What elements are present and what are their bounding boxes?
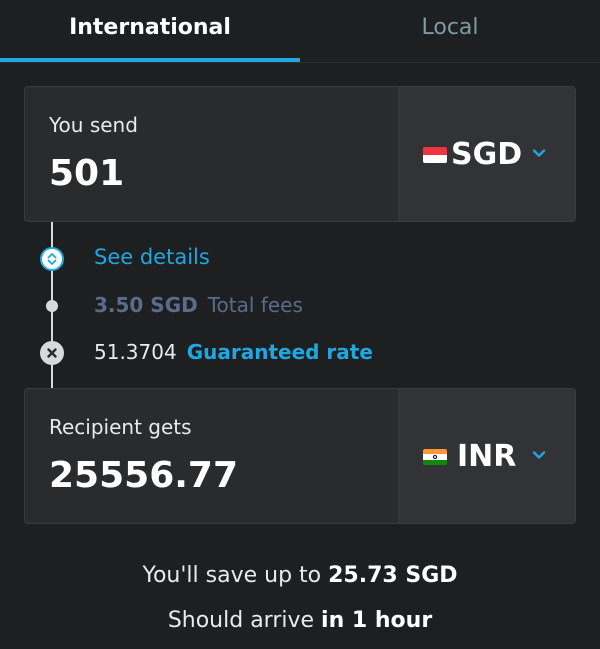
send-amount-input[interactable]: 501	[49, 153, 124, 194]
tab-local[interactable]: Local	[300, 0, 600, 62]
tab-international[interactable]: International	[0, 0, 300, 62]
fee-label: Total fees	[207, 293, 303, 317]
see-details-link[interactable]: See details	[94, 245, 210, 269]
rate-value: 51.3704	[94, 340, 177, 364]
send-currency-selector[interactable]: SGD	[398, 87, 575, 221]
active-tab-indicator	[0, 58, 300, 62]
savings-prefix: You'll save up to	[142, 563, 329, 588]
chevron-down-icon	[532, 451, 546, 459]
exchange-rate-row: 51.3704 Guaranteed rate	[94, 340, 373, 364]
receive-label: Recipient gets	[49, 415, 192, 439]
india-flag-icon	[423, 449, 447, 465]
receive-amount-card: Recipient gets 25556.77 INR	[24, 388, 576, 524]
arrival-prefix: Should arrive	[167, 608, 322, 633]
singapore-flag-icon	[423, 147, 447, 163]
savings-summary: You'll save up to 25.73 SGD	[0, 563, 600, 588]
fee-dot-icon	[46, 300, 58, 312]
send-currency-code: SGD	[451, 137, 523, 172]
chevron-down-icon	[532, 149, 546, 157]
send-amount-card: You send 501 SGD	[24, 86, 576, 222]
times-icon	[40, 341, 64, 365]
total-fees-row: 3.50 SGD Total fees	[94, 293, 303, 317]
guaranteed-rate-link[interactable]: Guaranteed rate	[187, 340, 373, 364]
send-label: You send	[49, 113, 138, 137]
receive-amount-input[interactable]: 25556.77	[49, 455, 238, 496]
receive-currency-code: INR	[457, 439, 517, 474]
expand-icon[interactable]	[40, 247, 64, 271]
arrival-time: in 1 hour	[321, 608, 433, 633]
tab-bar: International Local	[0, 0, 600, 63]
receive-currency-selector[interactable]: INR	[398, 389, 575, 523]
savings-amount: 25.73 SGD	[328, 563, 458, 588]
fee-amount: 3.50 SGD	[94, 293, 198, 317]
arrival-summary: Should arrive in 1 hour	[0, 608, 600, 633]
